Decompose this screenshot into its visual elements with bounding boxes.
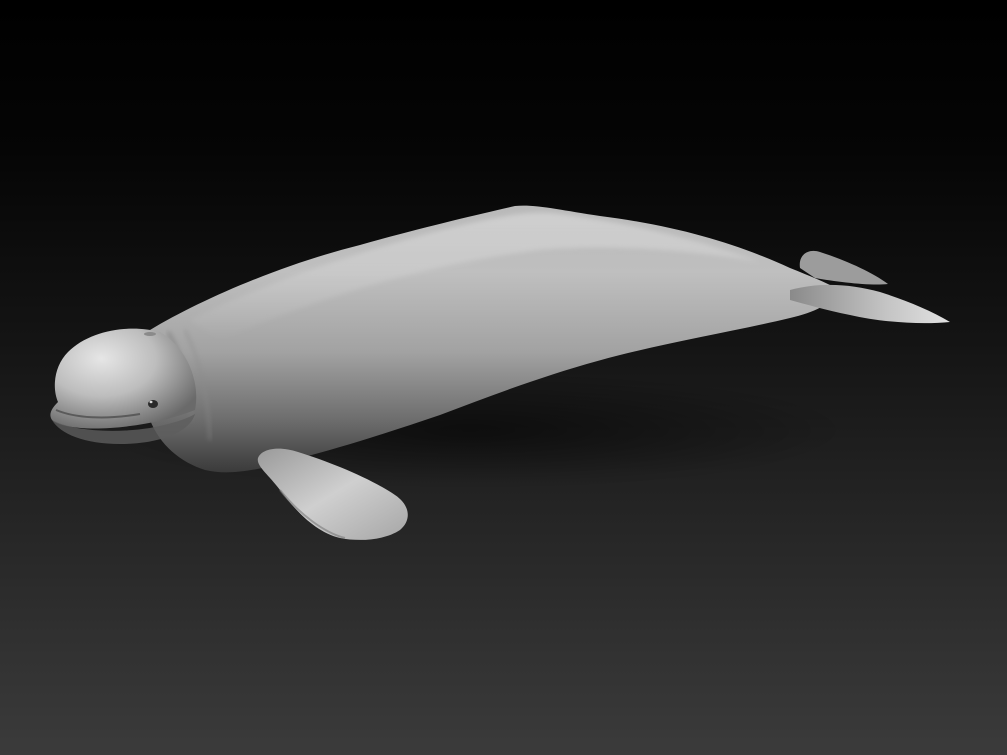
tail-fluke-lower [790, 284, 950, 324]
render-viewport [0, 0, 1007, 755]
blowhole [144, 332, 156, 336]
whale-eye [148, 400, 158, 408]
beluga-render [50, 205, 950, 540]
whale-head [50, 328, 197, 429]
eye-highlight [149, 400, 153, 404]
